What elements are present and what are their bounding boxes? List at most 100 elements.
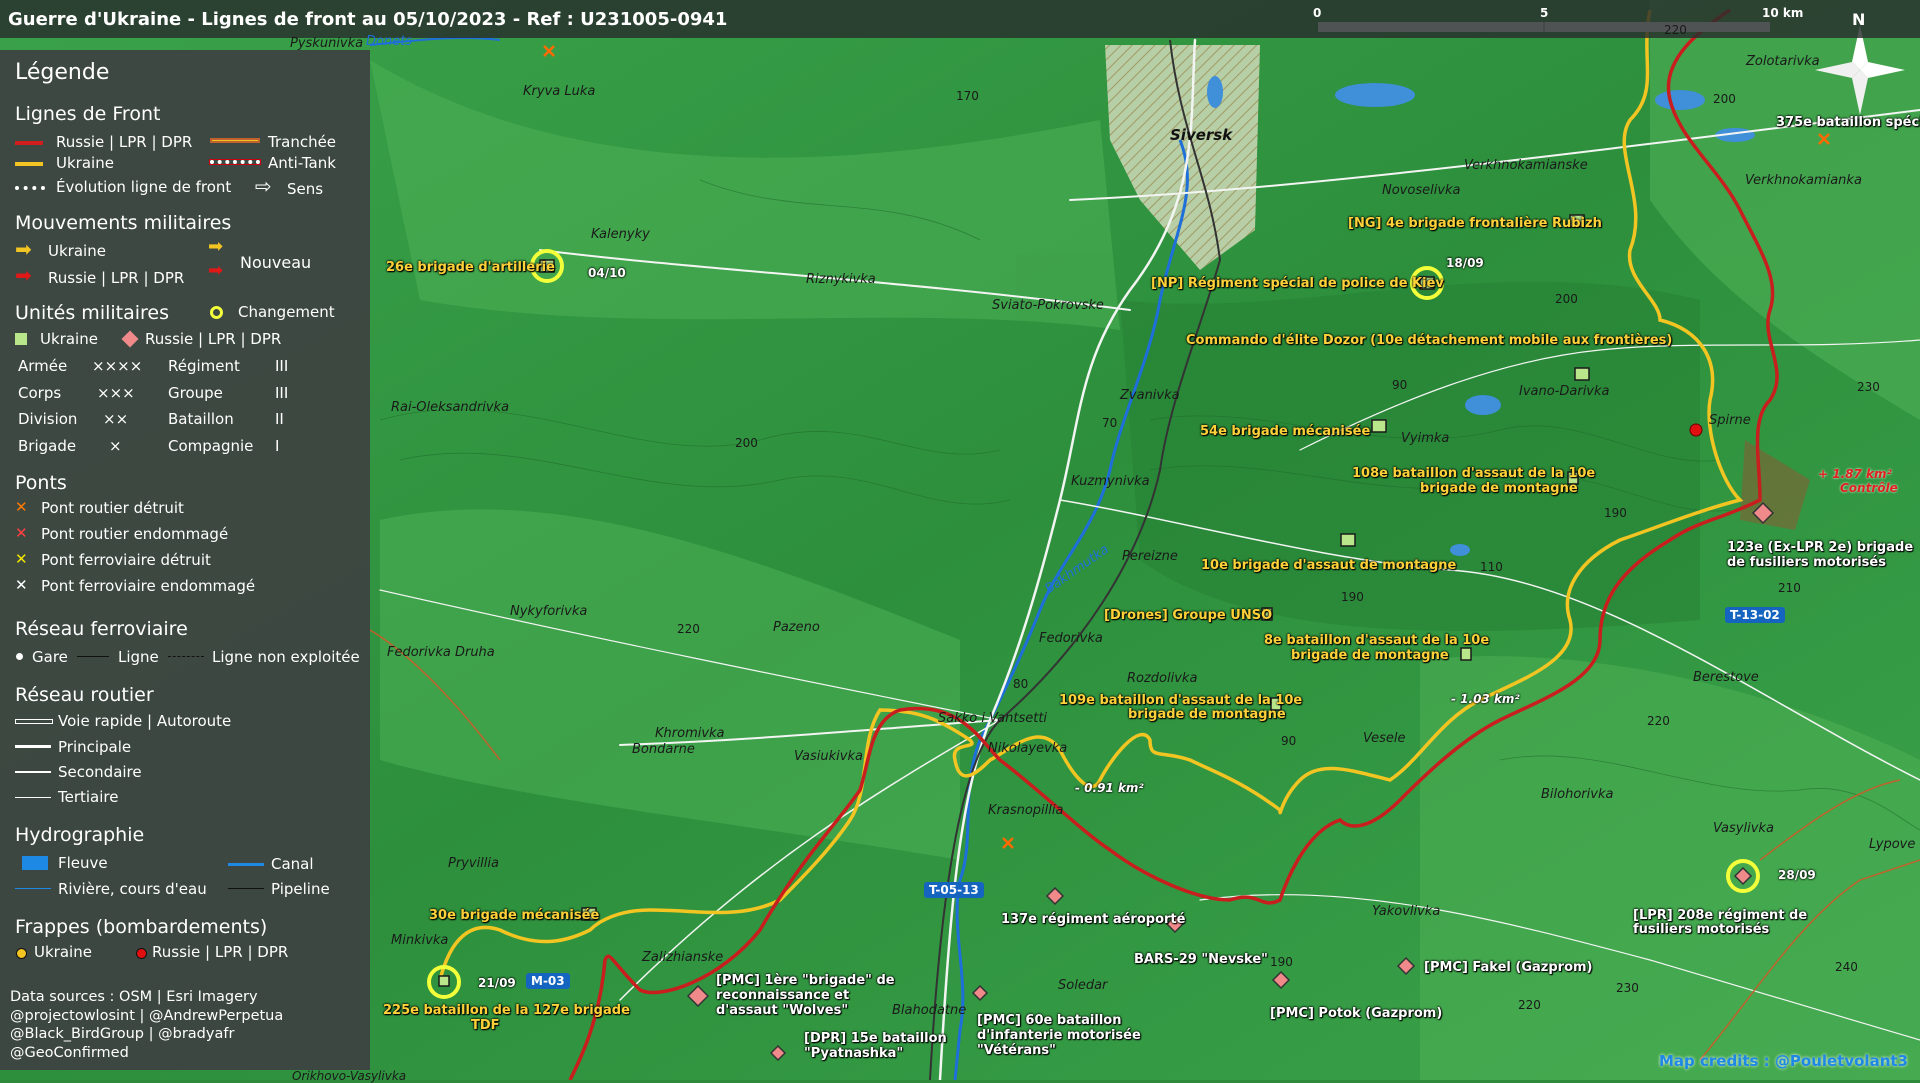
legend-hydro-river: Fleuve [58, 854, 108, 872]
legend-road-2: Secondaire [58, 763, 142, 781]
town-label: Verkhnokamianka [1745, 173, 1862, 188]
unit-label-potok[interactable]: [PMC] Potok (Gazprom) [1270, 1006, 1442, 1021]
map-title: Guerre d'Ukraine - Lignes de front au 05… [8, 9, 728, 30]
legend-units-ukraine: Ukraine [40, 330, 98, 348]
sens-arrow-icon: ⇨ [255, 174, 272, 198]
elevation-label: 230 [1616, 981, 1639, 995]
unit-label-60b[interactable]: d'infanterie motorisée [977, 1028, 1141, 1043]
elevation-label: 240 [1835, 960, 1858, 974]
russia-strike-icon [136, 948, 147, 959]
town-label: Khromivka [655, 726, 725, 741]
unit-label-wolves-2[interactable]: reconnaissance et [716, 988, 849, 1003]
unit-label-208b[interactable]: fusiliers motorisés [1633, 922, 1769, 937]
unit-size-corps: Corps [18, 384, 62, 402]
unit-label-225a[interactable]: 225e bataillon de la 127e brigade [383, 1003, 630, 1018]
legend-bridges-title: Ponts [15, 472, 67, 494]
town-label: Nikolayevka [988, 741, 1068, 756]
unit-label-60c[interactable]: "Vétérans" [977, 1043, 1056, 1058]
evolution-swatch [15, 186, 45, 190]
legend-moves-russia: Russie | LPR | DPR [48, 269, 185, 287]
unit-label-8b[interactable]: brigade de montagne [1291, 648, 1449, 663]
unit-size-regiment-sym: III [275, 357, 289, 375]
unit-label-123b[interactable]: de fusiliers motorisés [1727, 555, 1886, 570]
town-label: Pryvillia [448, 856, 499, 871]
area-loss-label: - 1.03 km² [1451, 692, 1520, 706]
russia-move-arrow-icon: ➡ [15, 263, 32, 287]
town-label: Spirne [1709, 413, 1751, 428]
town-label: Kuzmynivka [1071, 474, 1150, 489]
elevation-label: 190 [1341, 590, 1364, 604]
road-shield: T-05-13 [924, 882, 984, 898]
source-line-3: @GeoConfirmed [10, 1044, 129, 1061]
unit-size-battalion-sym: II [275, 410, 284, 428]
town-label: Ivano-Darivka [1519, 384, 1610, 399]
unit-label-109b[interactable]: brigade de montagne [1128, 707, 1286, 722]
station-icon [16, 653, 23, 660]
unit-label-375[interactable]: 375e bataillon spécial [1776, 115, 1920, 130]
legend-front-sens: Sens [287, 180, 324, 198]
date-label: 28/09 [1778, 868, 1816, 882]
legend-front-ukraine: Ukraine [56, 154, 114, 172]
road-bridge-destroyed-icon: ✕ [15, 498, 28, 516]
unit-marker-54 [1371, 419, 1387, 433]
unit-label-225b[interactable]: TDF [471, 1018, 500, 1033]
town-label: Lypove [1869, 837, 1916, 852]
data-sources: Data sources : OSM | Esri Imagery @proje… [10, 988, 283, 1062]
legend-panel: Légende Lignes de Front Russie | LPR | D… [0, 50, 370, 1070]
unit-size-battalion: Bataillon [168, 410, 234, 428]
unit-label-123a[interactable]: 123e (Ex-LPR 2e) brigade [1727, 540, 1913, 555]
unit-label-15a[interactable]: [DPR] 15e bataillon [804, 1031, 947, 1046]
unit-label-unso[interactable]: [Drones] Groupe UNSO [1104, 608, 1272, 623]
legend-front-trench: Tranchée [268, 133, 337, 151]
town-label: Rozdolivka [1127, 671, 1198, 686]
source-line-0: Data sources : OSM | Esri Imagery [10, 989, 258, 1005]
source-line-1: @projectowlosint | @AndrewPerpetua [10, 1007, 284, 1024]
town-label: Soledar [1058, 978, 1108, 993]
russia-strike-marker [1689, 423, 1703, 437]
rail-bridge-damaged-icon: ✕ [15, 576, 28, 594]
russia-unit-icon [121, 330, 139, 348]
unit-label-26-artillery[interactable]: 26e brigade d'artillerie [386, 260, 555, 275]
town-label: Bondarne [632, 742, 695, 757]
elevation-label: 170 [956, 89, 979, 103]
new-russia-move-icon: ➡ [208, 260, 224, 281]
unit-marker-225 [438, 975, 450, 987]
unit-label-15b[interactable]: "Pyatnashka" [804, 1046, 903, 1061]
unit-label-8a[interactable]: 8e bataillon d'assaut de la 10e [1264, 633, 1489, 648]
unit-label-10[interactable]: 10e brigade d'assaut de montagne [1201, 558, 1456, 573]
town-label: Berestove [1693, 670, 1759, 685]
unit-label-wolves-1[interactable]: [PMC] 1ère "brigade" de [716, 973, 895, 988]
town-label: Vasylivka [1713, 821, 1774, 836]
unit-label-dozor[interactable]: Commando d'élite Dozor (10e détachement … [1186, 333, 1672, 348]
unit-label-109a[interactable]: 109e bataillon d'assaut de la 10e [1059, 693, 1302, 708]
legend-units-title: Unités militaires [15, 302, 170, 324]
unit-label-30[interactable]: 30e brigade mécanisée [429, 908, 599, 923]
unit-label-np-kiev[interactable]: [NP] Régiment spécial de police de Kiev [1151, 276, 1444, 291]
legend-moves-title: Mouvements militaires [15, 212, 232, 234]
legend-front-russia: Russie | LPR | DPR [56, 133, 193, 151]
unit-label-wolves-3[interactable]: d'assaut "Wolves" [716, 1003, 848, 1018]
town-label: Verkhnokamianske [1464, 158, 1588, 173]
legend-units-russia: Russie | LPR | DPR [145, 330, 282, 348]
legend-hydro-canal: Canal [271, 855, 314, 873]
unit-label-208a[interactable]: [LPR] 208e régiment de [1633, 908, 1807, 923]
town-label: Zolotarivka [1746, 54, 1820, 69]
unit-label-ng4[interactable]: [NG] 4e brigade frontalière Rubizh [1348, 216, 1602, 231]
town-label: Zvanivka [1120, 388, 1180, 403]
legend-road-3: Tertiaire [58, 788, 119, 806]
unit-size-group: Groupe [168, 384, 223, 402]
unit-label-60a[interactable]: [PMC] 60e bataillon [977, 1013, 1121, 1028]
unit-label-108b[interactable]: brigade de montagne [1420, 481, 1578, 496]
legend-moves-ukraine: Ukraine [48, 242, 106, 260]
unit-label-54[interactable]: 54e brigade mécanisée [1200, 424, 1370, 439]
new-ukraine-move-icon: ➡ [208, 236, 224, 257]
unit-size-brigade: Brigade [18, 437, 77, 455]
area-gain-label: + 1.87 km² [1818, 467, 1892, 481]
town-label: Bilohorivka [1541, 787, 1614, 802]
town-label: Pyskunivka [290, 36, 364, 51]
unit-label-bars[interactable]: BARS-29 "Nevske" [1134, 952, 1268, 967]
town-label: Sviato-Pokrovske [992, 298, 1104, 313]
unit-label-137[interactable]: 137e régiment aéroporté [1001, 912, 1185, 927]
unit-label-fakel[interactable]: [PMC] Fakel (Gazprom) [1424, 960, 1593, 975]
unit-label-108a[interactable]: 108e bataillon d'assaut de la 10e [1352, 466, 1595, 481]
